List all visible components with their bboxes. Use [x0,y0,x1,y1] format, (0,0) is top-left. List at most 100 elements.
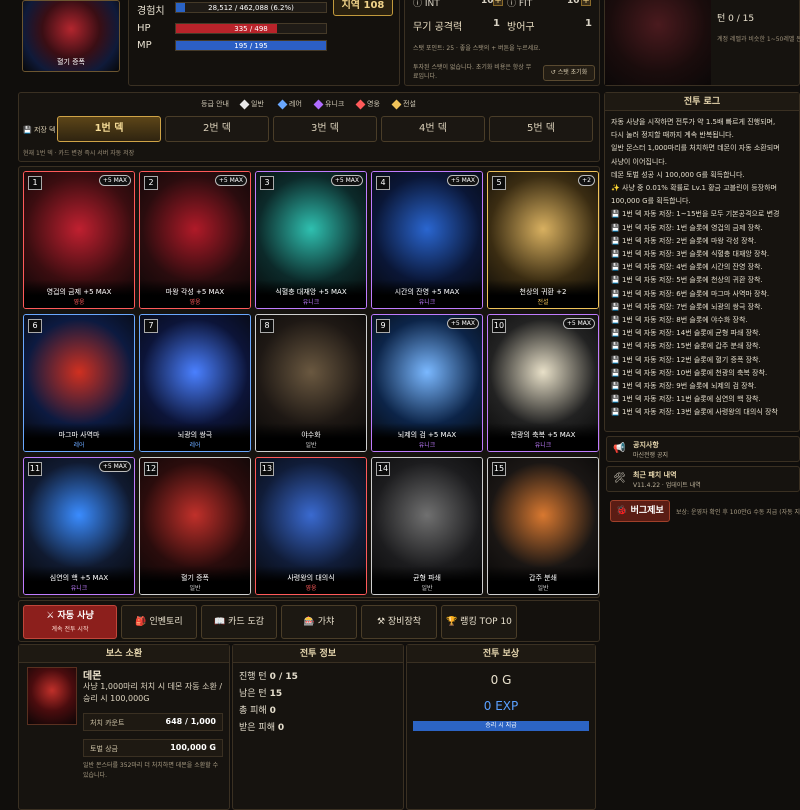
boss-reward-box: 토벌 상금 100,000 G [83,739,223,757]
card-slot-10[interactable]: 10 +5 MAX 천광의 축복 +5 MAX 유니크 [487,314,599,452]
card-slot-5[interactable]: 5 +2 천상의 귀환 +2 전설 [487,171,599,309]
log-line: 💾 1번 덱 자동 저장: 1~15번을 모두 기본공격으로 변경 [611,210,780,219]
reward-gold: 0 G [490,673,512,687]
log-line: 💾 1번 덱 자동 저장: 3번 슬롯에 식혈충 대재앙 장착. [611,250,770,258]
card-slot-2[interactable]: 2 +5 MAX 마왕 각성 +5 MAX 영웅 [139,171,251,309]
kill-count-box: 처치 카운트 648 / 1,000 [83,713,223,731]
card-grid: 1 +5 MAX 영겁의 금제 +5 MAX 영웅 2 +5 MAX 마왕 각성 +5 MA… [18,166,600,598]
card-rarity: 일반 [189,585,201,592]
inventory-button[interactable]: 🎒 인벤토리 [121,605,197,639]
card-level-badge: +2 [578,175,595,186]
card-rarity: 일반 [421,585,433,592]
card-slot-9[interactable]: 9 +5 MAX 뇌제의 검 +5 MAX 유니크 [371,314,483,452]
card-rarity: 유니크 [534,442,552,449]
card-number: 7 [144,319,158,333]
card-slot-15[interactable]: 15 갑주 분쇄 일반 [487,457,599,595]
card-book-button[interactable]: 📖 카드 도감 [201,605,277,639]
exp-label: 경험치 [137,6,165,17]
rarity-unique-label: 유니크 [325,100,345,108]
stat-reset-button[interactable]: ↺ 스탯 초기화 [543,65,595,81]
card-name: 천광의 축복 +5 MAX [510,431,576,439]
fit-value: 10 [567,0,580,6]
rarity-unique: 유니크 [313,99,345,109]
battle-log-title: 전투 로그 [605,93,799,111]
log-line: ✨ 사냥 중 0.01% 확률로 Lv.1 황금 고블린이 등장하며 [611,184,777,192]
bug-report-button[interactable]: 🐞 버그제보 [610,500,670,522]
card-level-badge: +5 MAX [214,175,247,186]
region-badge[interactable]: 지역 108 [333,0,393,16]
battle-info-row: 진행 턴 0 / 15 [239,669,298,682]
card-name: 천상의 귀환 +2 [519,288,567,296]
card-slot-1[interactable]: 1 +5 MAX 영겁의 금제 +5 MAX 영웅 [23,171,135,309]
wrench-icon: 🛠 [613,473,626,484]
card-number: 15 [492,462,506,476]
card-slot-11[interactable]: 11 +5 MAX 심연의 핵 +5 MAX 유니크 [23,457,135,595]
fit-plus-button[interactable]: + [581,0,591,6]
card-name: 시간의 잔영 +5 MAX [394,288,460,296]
log-line: 💾 1번 덱 자동 저장: 4번 슬롯에 시간의 잔영 장착. [611,263,763,272]
deck-tab-3[interactable]: 3번 덱 [273,116,377,142]
hp-bar: 335 / 498 [175,23,327,34]
deck-panel: 등급 안내 일반 레어 유니크 영웅 전설 💾 저장 덱 1번 덱 2번 덱 3… [18,92,600,162]
card-number: 14 [376,462,390,476]
patch-box[interactable]: 🛠 최근 패치 내역 V11.4.22 · 업데이트 내역 [606,466,800,492]
card-name: 사령왕의 대의식 [287,574,335,582]
patch-title: 최근 패치 내역 [633,471,677,479]
boss-reward-label: 토벌 상금 [90,745,118,753]
ranking-button[interactable]: 🏆 랭킹 TOP 10 [441,605,517,639]
log-line: 💾 1번 덱 자동 저장: 10번 슬롯에 천광의 축복 장착. [611,368,768,377]
battle-info-value: 15 [269,689,283,699]
diamond-icon [239,99,250,109]
notice-box[interactable]: 📢 공지사항 마신전쟁 공지 [606,436,800,462]
mp-bar-text: 195 / 195 [234,42,268,50]
log-line: 100,000 G를 획득합니다. [611,197,691,206]
mp-bar: 195 / 195 [175,40,327,51]
gacha-button[interactable]: 🎰 가챠 [281,605,357,639]
kill-count-label: 처치 카운트 [90,719,125,727]
card-number: 1 [28,176,42,190]
card-rarity: 영웅 [305,585,317,592]
card-level-badge: +5 MAX [446,318,479,329]
card-rarity: 유니크 [302,299,320,306]
card-name: 혈기 증폭 [181,574,209,582]
equipment-button[interactable]: ⚒ 장비장착 [361,605,437,639]
battle-info-label: 총 피해 [239,706,267,716]
card-level-badge: +5 MAX [562,318,595,329]
deck-tab-2[interactable]: 2번 덱 [165,116,269,142]
hero-portrait[interactable]: 혈기 증폭 [22,0,120,72]
card-slot-14[interactable]: 14 균형 파쇄 일반 [371,457,483,595]
battle-log-panel[interactable]: 전투 로그 자동 사냥을 시작하면 전투가 약 1.5배 빠르게 진행되며, 다시… [604,92,800,432]
rarity-title: 등급 안내 [201,100,229,108]
card-slot-7[interactable]: 7 뇌광의 쌍극 레어 [139,314,251,452]
int-plus-button[interactable]: + [493,0,503,6]
card-slot-6[interactable]: 6 마그마 사역마 레어 [23,314,135,452]
fit-stat: ⓘ FIT [507,0,533,9]
card-slot-13[interactable]: 13 사령왕의 대의식영웅 [255,457,367,595]
card-number: 13 [260,462,274,476]
card-slot-4[interactable]: 4 +5 MAX 시간의 잔영 +5 MAX 유니크 [371,171,483,309]
card-number: 9 [376,319,390,333]
card-slot-12[interactable]: 12 혈기 증폭일반 [139,457,251,595]
log-line: 자동 사냥을 시작하면 전투가 약 1.5배 빠르게 진행되며, [611,118,776,126]
card-slot-3[interactable]: 3 +5 MAX 식혈충 대재앙 +5 MAX 유니크 [255,171,367,309]
card-number: 12 [144,462,158,476]
log-line: 💾 1번 덱 자동 저장: 13번 슬롯에 사령왕의 대의식 장착 [611,408,778,417]
rarity-legend-label: 전설 [403,100,416,108]
auto-hunt-button[interactable]: ⚔ 자동 사냥 계속 전투 시작 [23,605,117,639]
boss-title: 보스 소환 [19,645,229,663]
card-rarity: 레어 [73,442,85,449]
card-slot-8[interactable]: 8 야수화 일반 [255,314,367,452]
defense-label: 방어구 [507,22,535,33]
diamond-icon [277,99,288,109]
card-level-badge: +5 MAX [330,175,363,186]
card-number: 6 [28,319,42,333]
battle-reward-title: 전투 보상 [407,645,595,663]
card-level-badge: +5 MAX [446,175,479,186]
stat-points-text: 스탯 포인트: 25 · 좋을 스탯의 + 버튼을 누르세요. [413,45,541,52]
int-label: INT [424,0,440,9]
card-name: 심연의 핵 +5 MAX [49,574,109,582]
deck-tab-4[interactable]: 4번 덱 [381,116,485,142]
deck-tab-1[interactable]: 1번 덱 [57,116,161,142]
deck-tab-5[interactable]: 5번 덱 [489,116,593,142]
hp-bar-text: 335 / 498 [234,25,268,33]
